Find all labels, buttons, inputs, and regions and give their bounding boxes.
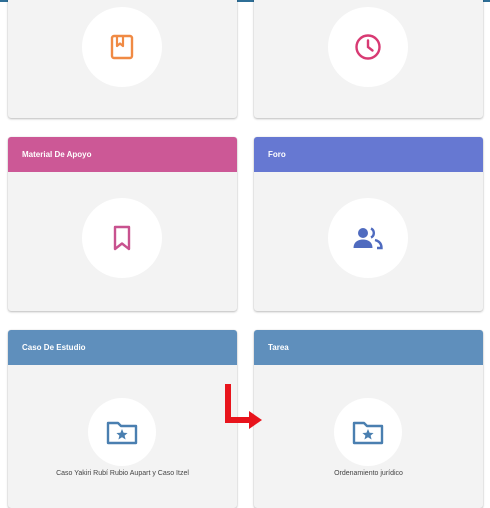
card-caso-de-estudio[interactable]: Caso De Estudio Caso Yakiri Rubí Rubio A… [8, 330, 237, 508]
card-title: Tarea [268, 343, 289, 352]
icon-circle [328, 7, 408, 87]
bookmark-icon [113, 225, 131, 251]
folder-star-icon [106, 421, 138, 445]
card-header-material: Material De Apoyo [8, 137, 237, 172]
card-tarea[interactable]: Tarea Ordenamiento jurídico [254, 330, 483, 508]
card-book[interactable] [8, 0, 237, 118]
card-header-tarea: Tarea [254, 330, 483, 365]
card-header-foro: Foro [254, 137, 483, 172]
card-caption: Ordenamiento jurídico [334, 470, 403, 477]
icon-circle [82, 7, 162, 87]
card-title: Foro [268, 150, 286, 159]
icon-circle [82, 198, 162, 278]
card-clock[interactable] [254, 0, 483, 118]
card-header-caso: Caso De Estudio [8, 330, 237, 365]
card-material-de-apoyo[interactable]: Material De Apoyo [8, 137, 237, 311]
icon-circle [88, 398, 156, 466]
book-icon [110, 34, 134, 60]
card-title: Material De Apoyo [22, 150, 92, 159]
card-title: Caso De Estudio [22, 343, 86, 352]
card-foro[interactable]: Foro [254, 137, 483, 311]
clock-icon [355, 34, 381, 60]
people-icon [353, 227, 383, 250]
icon-circle [334, 398, 402, 466]
card-caption: Caso Yakiri Rubí Rubio Aupart y Caso Itz… [56, 470, 189, 477]
folder-star-icon [352, 421, 384, 445]
red-arrow-icon [225, 384, 262, 429]
icon-circle [328, 198, 408, 278]
